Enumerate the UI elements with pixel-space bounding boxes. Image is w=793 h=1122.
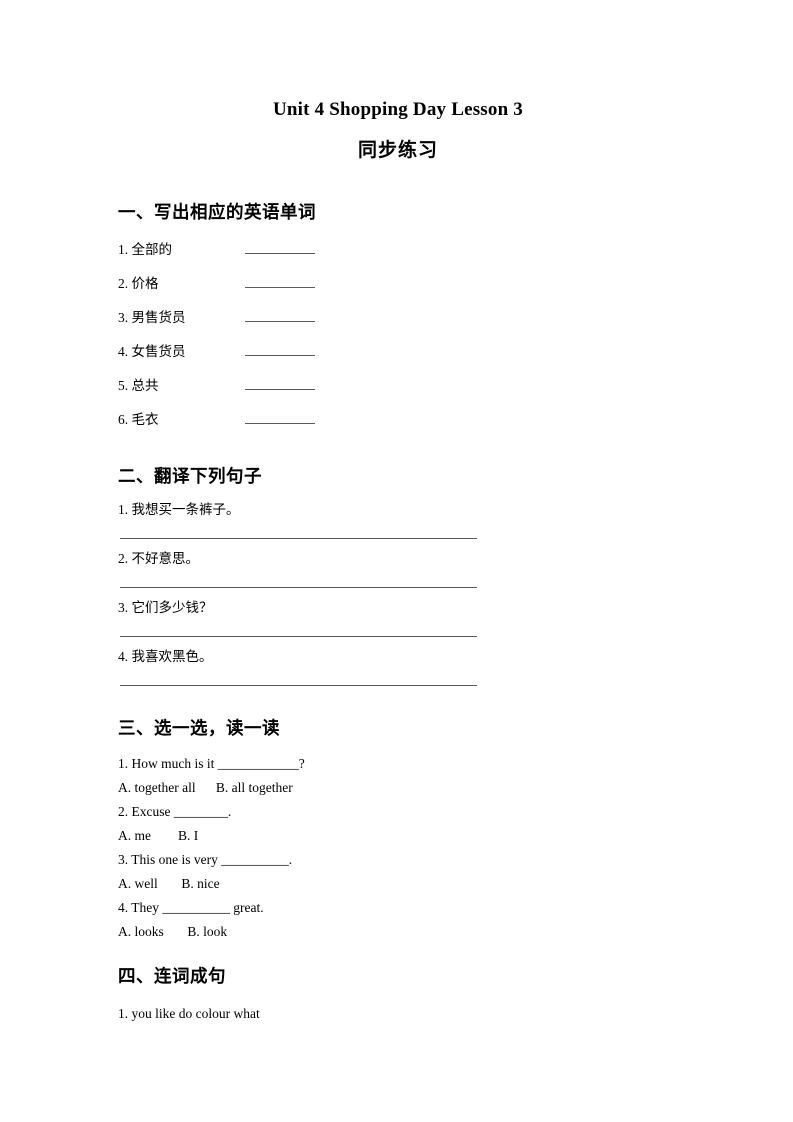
mc-question-stem: 1. How much is it ____________?: [118, 756, 305, 771]
word-label: 6. 毛衣: [118, 412, 159, 427]
word-row: 6. 毛衣: [118, 410, 678, 444]
word-row: 4. 女售货员: [118, 342, 678, 376]
word-list: 1. 全部的 2. 价格 3. 男售货员 4. 女售货员 5. 总共 6. 毛衣: [118, 224, 678, 444]
word-label: 4. 女售货员: [118, 344, 186, 359]
translation-item: 3. 它们多少钱？: [118, 598, 678, 647]
section-heading-2: 二、翻译下列句子: [118, 467, 262, 487]
page-subtitle: 同步练习: [357, 139, 438, 161]
answer-blank[interactable]: [245, 344, 315, 356]
section-heading-3: 三、选一选，读一读: [118, 719, 280, 739]
word-order-prompt: 1. you like do colour what: [118, 1006, 260, 1021]
translation-item: 1. 我想买一条裤子。: [118, 500, 678, 549]
answer-rule[interactable]: [120, 538, 477, 539]
word-label: 2. 价格: [118, 276, 159, 291]
word-row: 2. 价格: [118, 274, 678, 308]
mc-question-options[interactable]: A. looks B. look: [118, 920, 678, 944]
answer-blank[interactable]: [245, 276, 315, 288]
word-label: 5. 总共: [118, 378, 159, 393]
page-title: Unit 4 Shopping Day Lesson 3: [272, 99, 524, 120]
page-content: Unit 4 Shopping Day Lesson 3 同步练习 一、写出相应…: [118, 0, 678, 1026]
mc-question-options[interactable]: A. me B. I: [118, 824, 678, 848]
section-heading-1: 一、写出相应的英语单词: [118, 203, 316, 223]
word-row: 1. 全部的: [118, 240, 678, 274]
mc-question-stem: 2. Excuse ________.: [118, 804, 232, 819]
translation-prompt: 3. 它们多少钱？: [118, 600, 213, 615]
answer-blank[interactable]: [245, 412, 315, 424]
worksheet-page: Unit 4 Shopping Day Lesson 3 同步练习 一、写出相应…: [0, 0, 793, 1122]
multiple-choice-list: 1. How much is it ____________? A. toget…: [118, 740, 678, 944]
translation-item: 2. 不好意思。: [118, 549, 678, 598]
answer-blank[interactable]: [245, 378, 315, 390]
translation-prompt: 4. 我喜欢黑色。: [118, 649, 213, 664]
word-order-list: 1. you like do colour what: [118, 988, 678, 1026]
translation-list: 1. 我想买一条裤子。 2. 不好意思。 3. 它们多少钱？ 4. 我喜欢黑色。: [118, 488, 678, 696]
word-label: 1. 全部的: [118, 242, 172, 257]
translation-prompt: 2. 不好意思。: [118, 551, 199, 566]
answer-blank[interactable]: [245, 242, 315, 254]
mc-question-stem: 3. This one is very __________.: [118, 852, 293, 867]
mc-question-options[interactable]: A. together all B. all together: [118, 776, 678, 800]
word-row: 5. 总共: [118, 376, 678, 410]
mc-question-options[interactable]: A. well B. nice: [118, 872, 678, 896]
answer-rule[interactable]: [120, 587, 477, 588]
answer-rule[interactable]: [120, 685, 477, 686]
translation-item: 4. 我喜欢黑色。: [118, 647, 678, 696]
translation-prompt: 1. 我想买一条裤子。: [118, 502, 240, 517]
word-label: 3. 男售货员: [118, 310, 186, 325]
section-heading-4: 四、连词成句: [118, 967, 226, 987]
word-row: 3. 男售货员: [118, 308, 678, 342]
mc-question-stem: 4. They __________ great.: [118, 900, 264, 915]
answer-blank[interactable]: [245, 310, 315, 322]
answer-rule[interactable]: [120, 636, 477, 637]
